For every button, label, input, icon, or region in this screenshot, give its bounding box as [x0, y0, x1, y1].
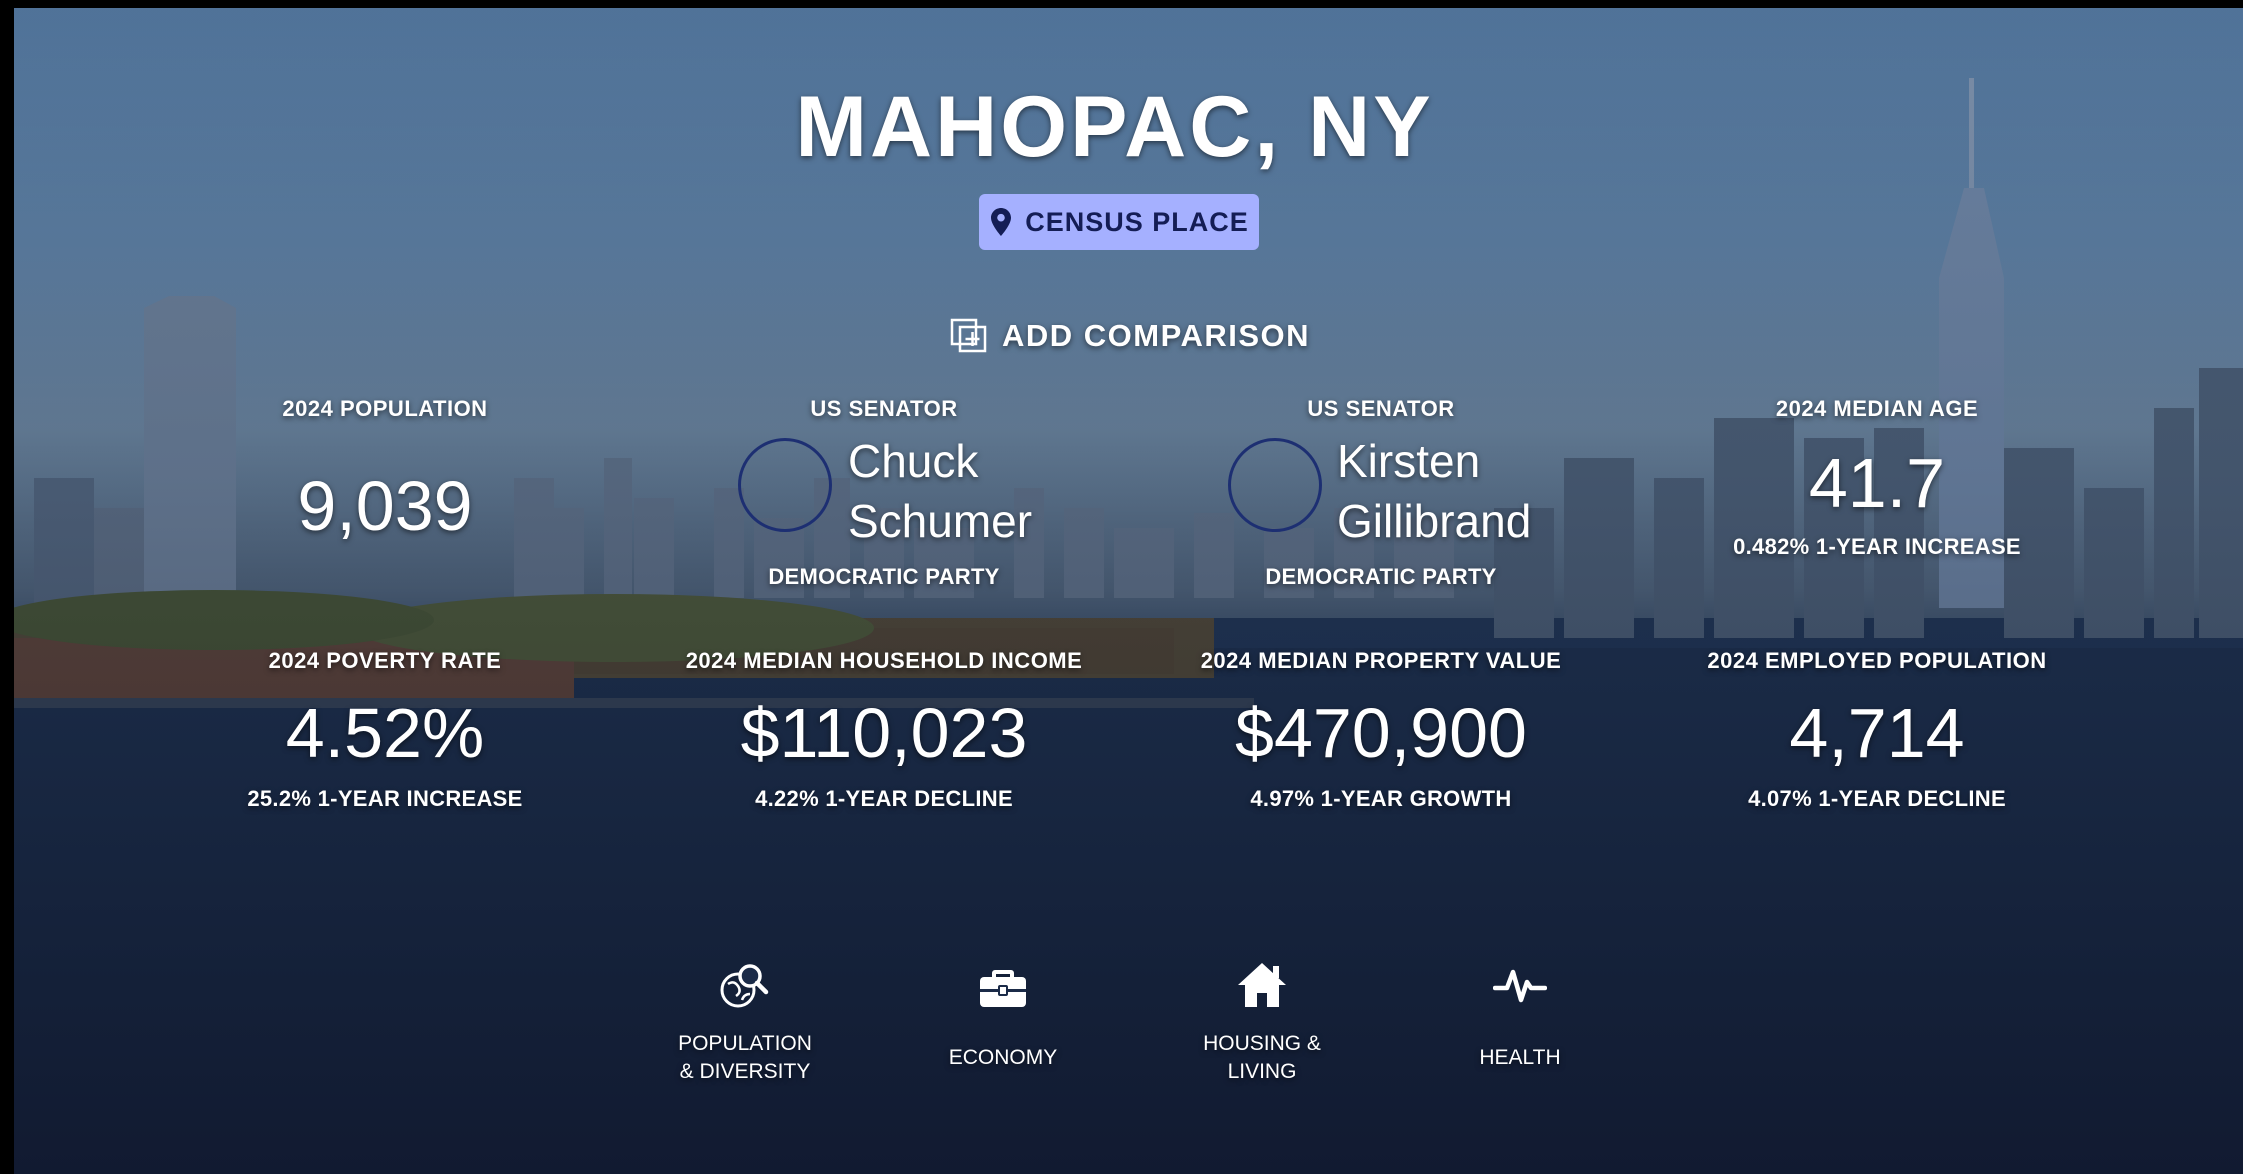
- badge-label: CENSUS PLACE: [1025, 206, 1249, 237]
- stat-median-household-income: 2024 MEDIAN HOUSEHOLD INCOME $110,023 4.…: [664, 648, 1104, 812]
- category-label-line1: ECONOMY: [948, 1046, 1058, 1069]
- category-economy[interactable]: ECONOMY: [908, 958, 1098, 1072]
- senator1-first-name: Chuck: [848, 435, 979, 487]
- add-comparison-button[interactable]: ADD COMPARISON: [950, 314, 1310, 358]
- stat-change: 0.482% 1-YEAR INCREASE: [1733, 534, 2021, 559]
- stat-label: 2024 POVERTY RATE: [268, 648, 502, 673]
- category-health[interactable]: HEALTH: [1425, 958, 1615, 1072]
- stat-poverty-rate: 2024 POVERTY RATE 4.52% 25.2% 1-YEAR INC…: [185, 648, 585, 812]
- category-label-line1: POPULATION: [678, 1032, 812, 1055]
- add-comparison-label: ADD COMPARISON: [1002, 318, 1311, 353]
- stat-change: 4.97% 1-YEAR GROWTH: [1250, 786, 1512, 811]
- census-place-badge[interactable]: CENSUS PLACE: [979, 194, 1259, 250]
- stat-change: 4.07% 1-YEAR DECLINE: [1748, 786, 2006, 811]
- page-title: MAHOPAC, NY: [795, 79, 1434, 175]
- senator1-label: US SENATOR: [810, 396, 958, 421]
- background-overlay: [14, 8, 2243, 1174]
- senator2-first-name: Kirsten: [1337, 435, 1481, 487]
- heartbeat-icon: [1425, 958, 1615, 1012]
- hero-section: [14, 8, 2243, 1174]
- stat-value: 9,039: [297, 467, 473, 545]
- map-pin-icon: [991, 208, 1012, 236]
- stat-median-property-value: 2024 MEDIAN PROPERTY VALUE $470,900 4.97…: [1161, 648, 1601, 812]
- senator2-party: DEMOCRATIC PARTY: [1265, 564, 1497, 589]
- stat-value: $110,023: [740, 694, 1028, 772]
- add-comparison-icon: [950, 318, 987, 353]
- senator2-last-name: Gillibrand: [1337, 495, 1532, 547]
- stat-value: 4.52%: [285, 694, 485, 772]
- category-population-diversity[interactable]: POPULATION & DIVERSITY: [650, 958, 840, 1086]
- category-label-line1: HOUSING &: [1203, 1032, 1321, 1055]
- stat-label: 2024 MEDIAN PROPERTY VALUE: [1200, 648, 1562, 673]
- stat-value: $470,900: [1235, 694, 1527, 772]
- stat-median-age: 2024 MEDIAN AGE 41.7 0.482% 1-YEAR INCRE…: [1727, 396, 2027, 560]
- stat-change: 4.22% 1-YEAR DECLINE: [755, 786, 1013, 811]
- senator1-party: DEMOCRATIC PARTY: [768, 564, 1000, 589]
- stat-population: 2024 POPULATION 9,039: [235, 396, 535, 546]
- stat-label: 2024 EMPLOYED POPULATION: [1707, 648, 2047, 673]
- senator1-name[interactable]: Chuck Schumer: [848, 431, 1032, 551]
- category-housing-living[interactable]: HOUSING & LIVING: [1167, 958, 1357, 1086]
- senator2-avatar[interactable]: [1228, 438, 1322, 532]
- stat-label: 2024 POPULATION: [282, 396, 488, 421]
- briefcase-icon: [908, 958, 1098, 1012]
- category-label-line2: & DIVERSITY: [679, 1060, 811, 1083]
- house-icon: [1167, 958, 1357, 1012]
- senator1-last-name: Schumer: [848, 495, 1033, 547]
- stat-label: 2024 MEDIAN AGE: [1775, 396, 1979, 421]
- stat-value: 41.7: [1808, 444, 1946, 522]
- senator2-name[interactable]: Kirsten Gillibrand: [1337, 431, 1531, 551]
- category-label-line2: LIVING: [1227, 1060, 1297, 1083]
- senator2-label: US SENATOR: [1307, 396, 1455, 421]
- category-label-line1: HEALTH: [1479, 1046, 1561, 1069]
- stat-label: 2024 MEDIAN HOUSEHOLD INCOME: [685, 648, 1083, 673]
- stat-value: 4,714: [1789, 694, 1965, 772]
- stat-change: 25.2% 1-YEAR INCREASE: [247, 786, 523, 811]
- senator1-avatar[interactable]: [738, 438, 832, 532]
- population-diversity-icon: [650, 958, 840, 1012]
- stat-employed-population: 2024 EMPLOYED POPULATION 4,714 4.07% 1-Y…: [1677, 648, 2077, 812]
